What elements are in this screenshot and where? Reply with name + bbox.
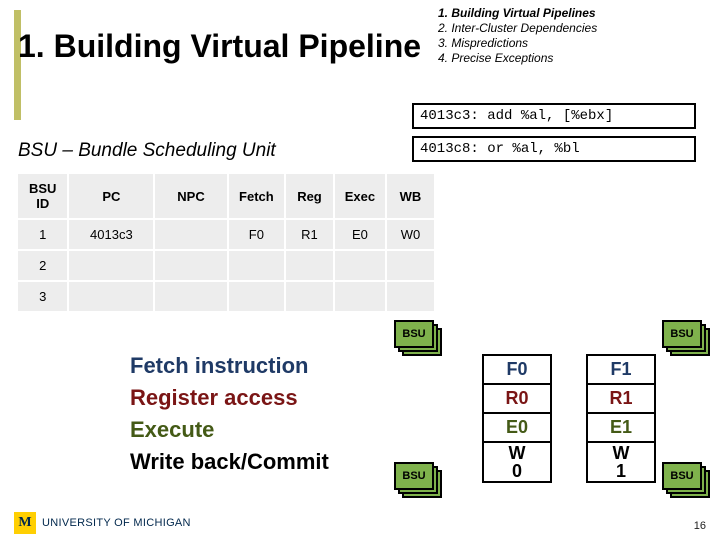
outline-item-3: 3. Mispredictions (438, 36, 528, 50)
outline-list: 1. Building Virtual Pipelines 2. Inter-C… (438, 6, 708, 66)
cell-npc (154, 250, 228, 281)
stage-list: Fetch instruction Register access Execut… (130, 350, 410, 478)
cell-r (285, 281, 334, 312)
bsu-stack-icon: BSU (394, 462, 442, 502)
cell-r: R1 (285, 219, 334, 250)
table-row: 1 4013c3 F0 R1 E0 W0 (17, 219, 435, 250)
stage-reg: Register access (130, 382, 410, 414)
cell-r (285, 250, 334, 281)
code-line-2: 4013c8: or %al, %bl (412, 136, 696, 162)
th-reg: Reg (285, 173, 334, 219)
slide-title: 1. Building Virtual Pipeline (18, 28, 421, 65)
stage-fetch: Fetch instruction (130, 350, 410, 382)
accent-bar (14, 10, 21, 120)
bsu-stack-icon: BSU (662, 320, 710, 360)
umich-logo-icon: M (14, 512, 36, 534)
pipe1-f: F1 (586, 354, 656, 383)
th-pc: PC (68, 173, 154, 219)
cell-pc (68, 250, 154, 281)
bsu-table: BSU ID PC NPC Fetch Reg Exec WB 1 4013c3… (16, 172, 436, 313)
pipeline-1: F1 R1 E1 W1 (586, 354, 656, 483)
cell-w: W0 (386, 219, 435, 250)
cell-npc (154, 281, 228, 312)
th-bsu-id: BSU ID (17, 173, 68, 219)
cell-f (228, 281, 285, 312)
cell-id: 1 (17, 219, 68, 250)
pipe0-r: R0 (482, 383, 552, 412)
table-row: 3 (17, 281, 435, 312)
th-fetch: Fetch (228, 173, 285, 219)
table-row: 2 (17, 250, 435, 281)
cell-e (334, 281, 386, 312)
footer: M UNIVERSITY OF MICHIGAN (14, 512, 191, 534)
cell-id: 2 (17, 250, 68, 281)
stage-wb: Write back/Commit (130, 446, 410, 478)
pipe0-w: W0 (482, 441, 552, 483)
cell-pc: 4013c3 (68, 219, 154, 250)
cell-npc (154, 219, 228, 250)
page-number: 16 (694, 520, 706, 532)
th-npc: NPC (154, 173, 228, 219)
cell-id: 3 (17, 281, 68, 312)
cell-e: E0 (334, 219, 386, 250)
cell-pc (68, 281, 154, 312)
outline-item-4: 4. Precise Exceptions (438, 51, 553, 65)
outline-item-1: 1. Building Virtual Pipelines (438, 6, 596, 20)
stage-exe: Execute (130, 414, 410, 446)
cell-w (386, 250, 435, 281)
cell-f: F0 (228, 219, 285, 250)
pipeline-0: F0 R0 E0 W0 (482, 354, 552, 483)
pipe0-e: E0 (482, 412, 552, 441)
code-line-1: 4013c3: add %al, [%ebx] (412, 103, 696, 129)
bsu-stack-icon: BSU (662, 462, 710, 502)
th-exec: Exec (334, 173, 386, 219)
cell-e (334, 250, 386, 281)
cell-w (386, 281, 435, 312)
footer-university: UNIVERSITY OF MICHIGAN (42, 517, 191, 529)
th-wb: WB (386, 173, 435, 219)
pipe1-r: R1 (586, 383, 656, 412)
bsu-stack-icon: BSU (394, 320, 442, 360)
pipe1-w: W1 (586, 441, 656, 483)
outline-item-2: 2. Inter-Cluster Dependencies (438, 21, 597, 35)
pipe0-f: F0 (482, 354, 552, 383)
pipe1-e: E1 (586, 412, 656, 441)
cell-f (228, 250, 285, 281)
bsu-subtitle: BSU – Bundle Scheduling Unit (18, 140, 276, 162)
